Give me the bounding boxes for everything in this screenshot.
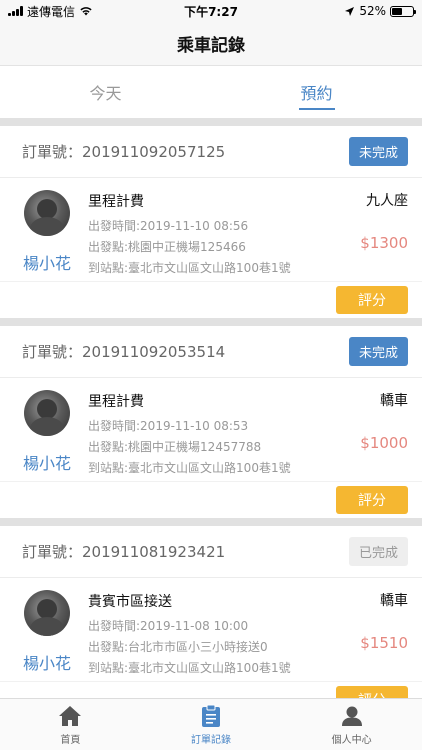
tab-today-label: 今天 <box>89 84 122 103</box>
depart-from: 出發點:桃園中正機場125466 <box>88 240 246 254</box>
vehicle-type: 轎車 <box>380 393 408 409</box>
order-card-header: 訂單號：201911092057125 未完成 <box>0 126 422 178</box>
bottom-tab-bar: 首頁 訂單記錄 個人中心 <box>0 698 422 750</box>
tab-active-indicator <box>298 108 335 110</box>
trip-type: 貴賓市區接送 <box>88 594 172 610</box>
price: $1510 <box>360 634 408 652</box>
tabbar-orders-label: 訂單記錄 <box>191 734 231 746</box>
segment-tabs: 今天 預約 <box>0 66 422 118</box>
tabbar-home-label: 首頁 <box>60 734 81 746</box>
order-card-body: 楊小花 貴賓市區接送 出發時間:2019-11-08 10:00 出發點:台北市… <box>0 578 422 682</box>
trip-type: 里程計費 <box>88 394 144 410</box>
order-card-body: 楊小花 里程計費 出發時間:2019-11-10 08:53 出發點:桃園中正機… <box>0 378 422 482</box>
order-card-footer: 評分 <box>0 482 422 518</box>
order-card-header: 訂單號：201911092053514 未完成 <box>0 326 422 378</box>
order-card-header: 訂單號：201911081923421 已完成 <box>0 526 422 578</box>
order-card-footer: 評分 <box>0 282 422 318</box>
vehicle-type: 九人座 <box>366 193 408 209</box>
tab-today[interactable]: 今天 <box>0 66 211 118</box>
battery-fill <box>392 7 403 15</box>
depart-from: 出發點:桃園中正機場12457788 <box>88 440 262 454</box>
clock: 下午7:27 <box>184 4 238 19</box>
order-number: 訂單號：201911081923421 <box>22 543 226 561</box>
location-arrow-icon <box>345 6 355 16</box>
order-card-footer: 評分 <box>0 682 422 698</box>
depart-time: 出發時間:2019-11-10 08:53 <box>88 419 249 433</box>
order-number: 訂單號：201911092057125 <box>22 143 226 161</box>
driver-name: 楊小花 <box>22 654 71 673</box>
home-icon <box>57 704 83 728</box>
trip-info: 貴賓市區接送 出發時間:2019-11-08 10:00 出發點:台北市市區小三… <box>88 590 338 679</box>
price: $1000 <box>360 434 408 452</box>
trip-info: 里程計費 出發時間:2019-11-10 08:56 出發點:桃園中正機場125… <box>88 190 338 279</box>
driver-name: 楊小花 <box>22 254 71 273</box>
fare-info: 九人座 $1300 <box>338 190 408 252</box>
avatar <box>24 190 70 236</box>
order-card[interactable]: 訂單號：201911081923421 已完成 楊小花 貴賓市區接送 出發時間:… <box>0 518 422 698</box>
price: $1300 <box>360 234 408 252</box>
fare-info: 轎車 $1510 <box>338 590 408 652</box>
depart-time: 出發時間:2019-11-08 10:00 <box>88 619 249 633</box>
order-card[interactable]: 訂單號：201911092053514 未完成 楊小花 里程計費 出發時間:20… <box>0 318 422 518</box>
arrive-at: 到站點:臺北市文山區文山路100巷1號 <box>88 461 291 475</box>
rate-button[interactable]: 評分 <box>336 686 408 698</box>
tab-reservation[interactable]: 預約 <box>211 66 422 118</box>
order-card[interactable]: 訂單號：201911092057125 未完成 楊小花 里程計費 出發時間:20… <box>0 118 422 318</box>
carrier-label: 遠傳電信 <box>27 4 76 19</box>
vehicle-type: 轎車 <box>380 593 408 609</box>
status-badge: 未完成 <box>348 137 408 166</box>
battery-icon <box>390 5 416 17</box>
wifi-icon <box>80 7 92 16</box>
trip-info: 里程計費 出發時間:2019-11-10 08:53 出發點:桃園中正機場124… <box>88 390 338 479</box>
avatar <box>24 390 70 436</box>
trip-type: 里程計費 <box>88 194 144 210</box>
tabbar-home[interactable]: 首頁 <box>0 699 141 750</box>
driver: 楊小花 <box>18 390 76 474</box>
battery-percent: 52% <box>359 4 386 18</box>
avatar <box>24 590 70 636</box>
nav-bar: 乘車記錄 <box>0 22 422 66</box>
rate-button[interactable]: 評分 <box>336 286 408 314</box>
depart-time: 出發時間:2019-11-10 08:56 <box>88 219 249 233</box>
tabbar-profile-label: 個人中心 <box>331 734 372 746</box>
driver-name: 楊小花 <box>22 454 71 473</box>
driver: 楊小花 <box>18 590 76 674</box>
status-badge: 已完成 <box>348 537 408 566</box>
status-bar: 遠傳電信 下午7:27 52% <box>0 0 422 22</box>
user-icon <box>339 704 365 728</box>
driver: 楊小花 <box>18 190 76 274</box>
clipboard-icon <box>198 704 224 728</box>
status-badge: 未完成 <box>348 337 408 366</box>
signal-icon <box>8 6 23 16</box>
arrive-at: 到站點:臺北市文山區文山路100巷1號 <box>88 661 291 675</box>
order-number: 訂單號：201911092053514 <box>22 343 226 361</box>
order-list[interactable]: 訂單號：201911092057125 未完成 楊小花 里程計費 出發時間:20… <box>0 118 422 698</box>
status-left: 遠傳電信 <box>8 3 93 20</box>
page-title: 乘車記錄 <box>177 36 245 56</box>
depart-from: 出發點:台北市市區小三小時接送0 <box>88 640 268 654</box>
tab-reservation-label: 預約 <box>300 84 333 103</box>
tabbar-profile[interactable]: 個人中心 <box>281 699 422 750</box>
rate-button[interactable]: 評分 <box>336 486 408 514</box>
status-right: 52% <box>344 4 416 18</box>
tabbar-orders[interactable]: 訂單記錄 <box>141 699 282 750</box>
arrive-at: 到站點:臺北市文山區文山路100巷1號 <box>88 261 291 275</box>
order-card-body: 楊小花 里程計費 出發時間:2019-11-10 08:56 出發點:桃園中正機… <box>0 178 422 282</box>
fare-info: 轎車 $1000 <box>338 390 408 452</box>
